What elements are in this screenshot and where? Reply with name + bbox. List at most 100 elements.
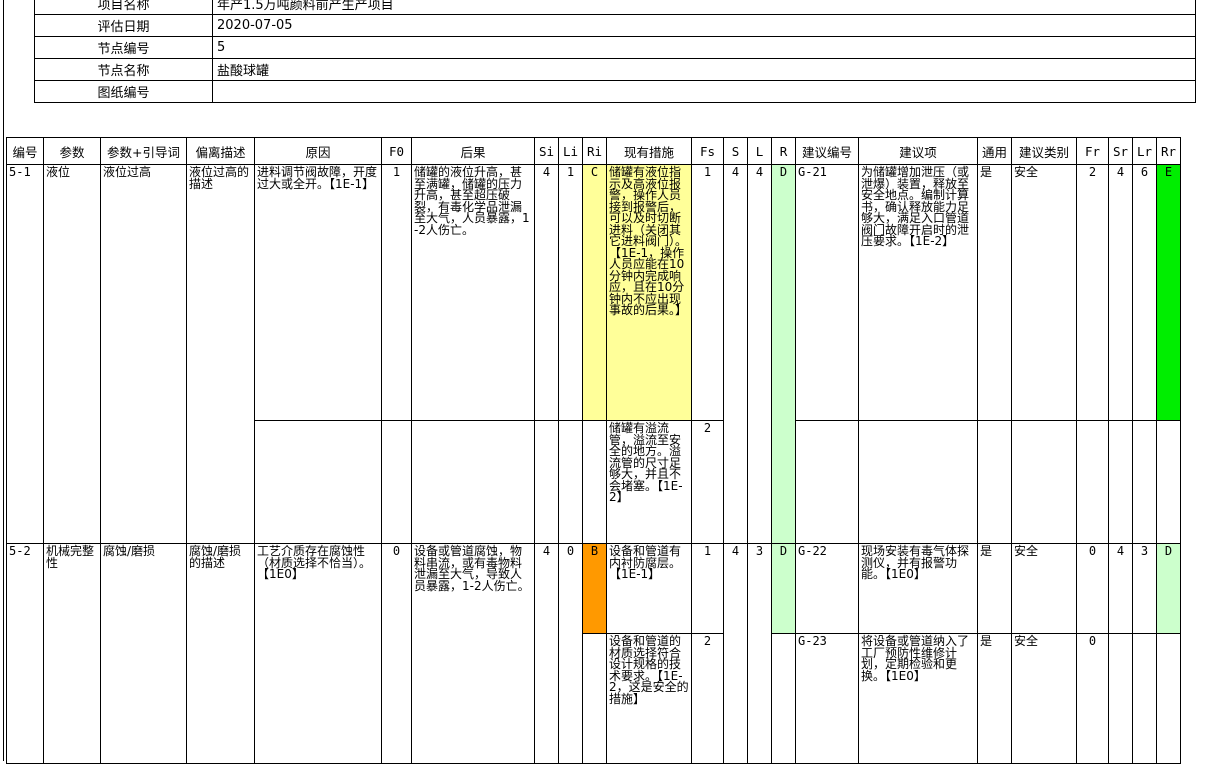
col-header: Li <box>558 137 583 165</box>
cell-fr[interactable]: 0 <box>1076 543 1109 634</box>
col-header: Rr <box>1156 137 1181 165</box>
cell-measure[interactable]: 储罐有溢流管，溢流至安全的地方。溢流管的尺寸足够大，并且不会堵塞。【1E-2】 <box>606 420 692 544</box>
info-row-node-name: 节点名称 盐酸球罐 <box>34 58 1196 81</box>
cell-fr[interactable]: 2 <box>1076 164 1109 421</box>
info-value[interactable]: 2020-07-05 <box>212 14 1196 37</box>
cell-r[interactable] <box>771 633 796 764</box>
cell-s[interactable]: 4 <box>723 543 748 764</box>
info-value[interactable]: 盐酸球罐 <box>212 58 1196 81</box>
cell-general[interactable] <box>977 420 1012 544</box>
cell-suggestion-id[interactable] <box>795 420 859 544</box>
cell-rr[interactable] <box>1156 633 1181 764</box>
cell-suggestion-id[interactable]: G-22 <box>795 543 859 634</box>
cell-ri[interactable] <box>582 420 607 544</box>
cell-si[interactable]: 4 <box>534 543 559 764</box>
info-value[interactable] <box>212 80 1196 103</box>
cell-fs[interactable]: 1 <box>691 164 724 421</box>
cell-sr[interactable]: 4 <box>1108 164 1133 421</box>
cell-rr[interactable] <box>1156 420 1181 544</box>
cell-lr[interactable]: 6 <box>1132 164 1157 421</box>
cell-li[interactable]: 1 <box>558 164 583 421</box>
cell-suggestion[interactable] <box>858 420 978 544</box>
cell-suggestion[interactable]: 将设备或管道纳入了工厂预防性维修计划，定期检验和更换。【1E0】 <box>858 633 978 764</box>
col-header: 编号 <box>6 137 44 165</box>
col-header: L <box>747 137 772 165</box>
cell-suggestion-id[interactable]: G-23 <box>795 633 859 764</box>
cell-param[interactable]: 液位 <box>43 164 101 544</box>
cell-r[interactable]: D <box>771 164 796 544</box>
cell-si[interactable] <box>534 420 559 544</box>
cell-rr[interactable]: D <box>1156 543 1181 634</box>
cell-ri[interactable] <box>582 633 607 764</box>
col-header: Fr <box>1076 137 1109 165</box>
col-header: 偏离描述 <box>186 137 255 165</box>
cell-fr[interactable]: 0 <box>1076 633 1109 764</box>
info-value[interactable]: 5 <box>212 36 1196 59</box>
info-label: 评估日期 <box>34 14 213 37</box>
cell-f0[interactable]: 0 <box>381 543 412 764</box>
cell-suggestion-id[interactable]: G-21 <box>795 164 859 421</box>
cell-deviation[interactable]: 液位过高的描述 <box>186 164 255 544</box>
col-header: Fs <box>691 137 724 165</box>
cell-category[interactable]: 安全 <box>1011 633 1077 764</box>
info-row-date: 评估日期 2020-07-05 <box>34 14 1196 37</box>
cell-category[interactable] <box>1011 420 1077 544</box>
cell-l[interactable]: 4 <box>747 164 772 544</box>
cell-ri[interactable]: B <box>582 543 607 634</box>
cell-consequence[interactable] <box>411 420 535 544</box>
cell-general[interactable]: 是 <box>977 164 1012 421</box>
cell-category[interactable]: 安全 <box>1011 164 1077 421</box>
cell-id[interactable]: 5-1 <box>6 164 44 544</box>
cell-fr[interactable] <box>1076 420 1109 544</box>
table-row: 5-1 液位 液位过高 液位过高的描述 进料调节阀故障，开度过大或全开。【1E-… <box>6 164 1181 544</box>
cell-lr[interactable] <box>1132 633 1157 764</box>
cell-rr[interactable]: E <box>1156 164 1181 421</box>
cell-si[interactable]: 4 <box>534 164 559 421</box>
project-info-table: 项目名称 年产1.5万吨颜料前产生产项目 评估日期 2020-07-05 节点编… <box>34 0 1196 103</box>
cell-category[interactable]: 安全 <box>1011 543 1077 634</box>
cell-guide[interactable]: 腐蚀/磨损 <box>100 543 187 764</box>
cell-ri[interactable]: C <box>582 164 607 421</box>
cell-measure[interactable]: 设备和管道有内衬防腐层。【1E-1】 <box>606 543 692 634</box>
cell-s[interactable]: 4 <box>723 164 748 544</box>
cell-consequence[interactable]: 设备或管道腐蚀，物料串流，或有毒物料泄漏至大气，导致人员暴露，1-2人伤亡。 <box>411 543 535 764</box>
cell-measure[interactable]: 储罐有液位指示及高液位报警，操作人员接到报警后，可以及时切断进料（关闭其它进料阀… <box>606 164 692 421</box>
cell-general[interactable]: 是 <box>977 633 1012 764</box>
col-header: 建议项 <box>858 137 978 165</box>
cell-deviation[interactable]: 腐蚀/磨损的描述 <box>186 543 255 764</box>
cell-param[interactable]: 机械完整性 <box>43 543 101 764</box>
info-value[interactable]: 年产1.5万吨颜料前产生产项目 <box>212 0 1196 15</box>
cell-suggestion[interactable]: 为储罐增加泄压（或泄爆）装置，释放至安全地点。编制计算书，确认释放能力足够大，满… <box>858 164 978 421</box>
cell-f0[interactable] <box>381 420 412 544</box>
cell-id[interactable]: 5-2 <box>6 543 44 764</box>
cell-li[interactable]: 0 <box>558 543 583 764</box>
cell-cause[interactable]: 工艺介质存在腐蚀性（材质选择不恰当）。【1E0】 <box>254 543 382 764</box>
cell-suggestion[interactable]: 现场安装有毒气体探测仪，并有报警功能。【1E0】 <box>858 543 978 634</box>
col-header: 后果 <box>411 137 535 165</box>
info-label: 节点名称 <box>34 58 213 81</box>
cell-fs[interactable]: 1 <box>691 543 724 634</box>
col-header: 参数+引导词 <box>100 137 187 165</box>
cell-cause[interactable] <box>254 420 382 544</box>
col-header: 现有措施 <box>606 137 692 165</box>
cell-sr[interactable] <box>1108 420 1133 544</box>
cell-fs[interactable]: 2 <box>691 633 724 764</box>
cell-lr[interactable] <box>1132 420 1157 544</box>
cell-lr[interactable]: 3 <box>1132 543 1157 634</box>
cell-sr[interactable]: 4 <box>1108 543 1133 634</box>
cell-general[interactable]: 是 <box>977 543 1012 634</box>
cell-r[interactable]: D <box>771 543 796 634</box>
col-header: Ri <box>582 137 607 165</box>
cell-guide[interactable]: 液位过高 <box>100 164 187 544</box>
cell-cause[interactable]: 进料调节阀故障，开度过大或全开。【1E-1】 <box>254 164 382 421</box>
info-label: 图纸编号 <box>34 80 213 103</box>
col-header: R <box>771 137 796 165</box>
cell-l[interactable]: 3 <box>747 543 772 764</box>
cell-consequence[interactable]: 储罐的液位升高，甚至满罐，储罐的压力升高，甚至超压破裂，有毒化学品泄漏至大气，人… <box>411 164 535 421</box>
table-header-row: 编号 参数 参数+引导词 偏离描述 原因 F0 后果 Si Li Ri 现有措施… <box>6 137 1181 165</box>
cell-sr[interactable] <box>1108 633 1133 764</box>
cell-fs[interactable]: 2 <box>691 420 724 544</box>
cell-measure[interactable]: 设备和管道的材质选择符合设计规格的技术要求。【1E-2，这是安全的措施】 <box>606 633 692 764</box>
cell-li[interactable] <box>558 420 583 544</box>
cell-f0[interactable]: 1 <box>381 164 412 421</box>
